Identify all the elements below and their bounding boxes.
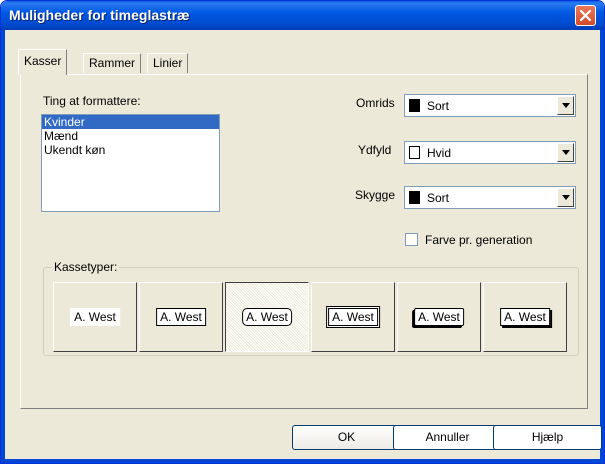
tab-rammer-label: Rammer (89, 56, 136, 70)
box-type-plain-button[interactable]: A. West (53, 282, 137, 352)
fill-label: Ydfyld (358, 143, 392, 157)
window-frame-right (600, 30, 604, 463)
box-sample-shadow-left: A. West (414, 308, 464, 326)
format-listbox[interactable]: Kvinder Mænd Ukendt køn (41, 114, 220, 212)
help-button[interactable]: Hjælp (493, 425, 602, 450)
list-item-kvinder[interactable]: Kvinder (42, 115, 219, 129)
window-frame-left (1, 30, 5, 463)
box-sample-rounded: A. West (242, 308, 292, 326)
dialog-window: Muligheder for timeglastræ Kasser Rammer… (0, 0, 605, 464)
fill-color-swatch (409, 146, 420, 159)
outline-value: Sort (427, 99, 450, 113)
chevron-down-icon (562, 195, 570, 200)
fill-value: Hvid (427, 146, 452, 160)
close-button[interactable] (575, 5, 596, 26)
cancel-button[interactable]: Annuller (393, 425, 502, 450)
box-type-shadow-right-button[interactable]: A. West (483, 282, 567, 352)
box-types-label: Kassetyper: (52, 260, 120, 274)
outline-select[interactable]: Sort (404, 94, 576, 117)
chevron-down-icon (562, 150, 570, 155)
tab-linier-label: Linier (153, 56, 183, 70)
format-list-label: Ting at formattere: (43, 94, 141, 108)
box-type-square-button[interactable]: A. West (139, 282, 223, 352)
box-sample-double: A. West (326, 306, 380, 328)
shadow-color-swatch (409, 191, 420, 204)
list-item-ukendt-koen[interactable]: Ukendt køn (42, 143, 219, 157)
outline-dropdown-button[interactable] (557, 96, 574, 115)
close-icon (579, 9, 592, 22)
outline-color-swatch (409, 99, 420, 112)
box-sample-square: A. West (156, 308, 206, 326)
color-per-generation-label: Farve pr. generation (425, 233, 533, 247)
ok-button[interactable]: OK (292, 425, 401, 450)
list-item-maend[interactable]: Mænd (42, 129, 219, 143)
box-type-rounded-button[interactable]: A. West (225, 282, 309, 352)
box-type-shadow-left-button[interactable]: A. West (397, 282, 481, 352)
shadow-select[interactable]: Sort (404, 186, 576, 209)
box-sample-shadow-right: A. West (500, 308, 550, 326)
window-title: Muligheder for timeglastræ (9, 7, 190, 23)
fill-dropdown-button[interactable] (557, 143, 574, 162)
window-frame-bottom (1, 459, 604, 463)
tab-kasser[interactable]: Kasser (18, 49, 68, 75)
box-sample-plain: A. West (70, 308, 120, 326)
tab-rammer[interactable]: Rammer (83, 53, 142, 73)
shadow-value: Sort (427, 191, 450, 205)
shadow-label: Skygge (355, 188, 396, 202)
outline-label: Omrids (356, 96, 395, 110)
shadow-dropdown-button[interactable] (557, 188, 574, 207)
color-per-generation-checkbox[interactable] (405, 233, 418, 246)
box-type-double-button[interactable]: A. West (311, 282, 395, 352)
fill-select[interactable]: Hvid (404, 141, 576, 164)
tab-linier[interactable]: Linier (147, 53, 189, 73)
chevron-down-icon (562, 103, 570, 108)
title-bar[interactable]: Muligheder for timeglastræ (1, 1, 604, 30)
tab-kasser-label: Kasser (24, 54, 62, 68)
